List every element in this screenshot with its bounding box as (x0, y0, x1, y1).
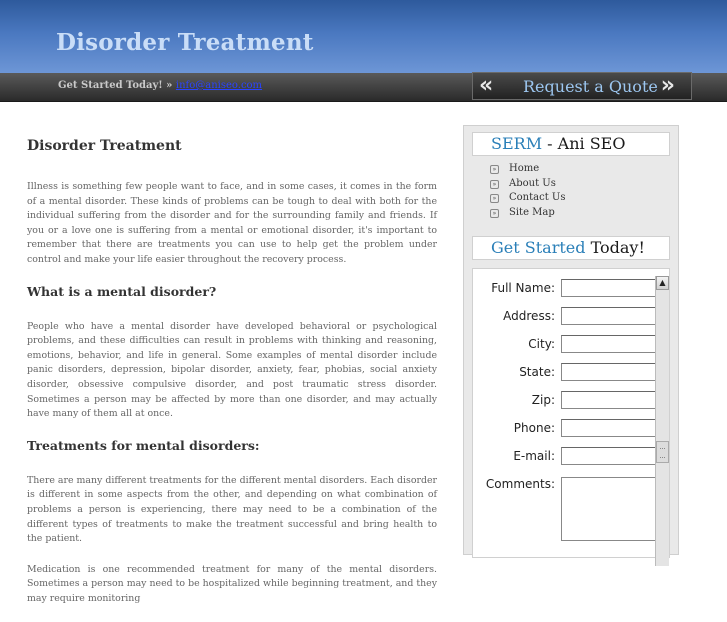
zip-label: Zip: (531, 393, 555, 407)
what-is-paragraph: People who have a mental disorder have d… (27, 320, 437, 420)
form-row-city: City: (473, 334, 669, 356)
form-row-full-name: Full Name: (473, 278, 669, 300)
sidebar-nav: » Home » About Us » Contact Us » Site Map (490, 162, 565, 221)
email-field[interactable] (561, 447, 661, 465)
form-row-phone: Phone: (473, 418, 669, 440)
main-content: Disorder Treatment Illness is something … (27, 138, 437, 622)
bullet-arrow-icon: » (490, 179, 499, 189)
sidebar-item-home[interactable]: » Home (490, 162, 565, 177)
form-row-email: E-mail: (473, 446, 669, 468)
brand-box: SERM - Ani SEO (472, 132, 670, 156)
bullet-arrow-icon: » (490, 165, 499, 174)
form-row-state: State: (473, 362, 669, 384)
form-row-address: Address: (473, 306, 669, 328)
medication-paragraph: Medication is one recommended treatment … (27, 563, 437, 604)
comments-field[interactable] (561, 477, 661, 541)
section-heading-what-is: What is a mental disorder? (27, 283, 217, 299)
double-chevron-right-icon: » (660, 73, 675, 98)
phone-field[interactable] (561, 419, 661, 437)
site-title[interactable]: Disorder Treatment (56, 29, 314, 56)
sidebar-item-label: Contact Us (509, 192, 566, 204)
request-quote-label: Request a Quote (523, 77, 658, 96)
tagline: Get Started Today! » info@aniseo.com (58, 80, 262, 91)
comments-label: Comments: (485, 477, 555, 491)
get-started-box: Get Started Today! (472, 236, 670, 260)
city-label: City: (528, 337, 555, 351)
sidebar-item-label: Site Map (509, 207, 555, 219)
bullet-arrow-icon: » (490, 209, 499, 219)
state-field[interactable] (561, 363, 661, 381)
page-title: Disorder Treatment (27, 138, 182, 154)
email-link[interactable]: info@aniseo.com (176, 80, 262, 91)
sidebar: SERM - Ani SEO » Home » About Us » Contact … (463, 125, 679, 566)
scroll-thumb[interactable] (656, 441, 669, 463)
quote-form: Full Name: Address: City: State: Zip: Ph… (472, 268, 670, 566)
brand-highlight: SERM (491, 134, 543, 153)
section-heading-treatments: Treatments for mental disorders: (27, 437, 260, 453)
scroll-up-arrow-icon[interactable]: ▲ (656, 276, 669, 290)
sidebar-item-contact-us[interactable]: » Contact Us (490, 191, 565, 206)
get-started-rest: Today! (585, 238, 645, 257)
treatments-paragraph: There are many different treatments for … (27, 474, 437, 545)
double-chevron-left-icon: « (479, 73, 494, 98)
sidebar-item-label: About Us (509, 177, 556, 189)
bullet-arrow-icon: » (490, 194, 499, 204)
city-field[interactable] (561, 335, 661, 353)
zip-field[interactable] (561, 391, 661, 409)
address-label: Address: (503, 309, 555, 323)
address-field[interactable] (561, 307, 661, 325)
sidebar-item-site-map[interactable]: » Site Map (490, 206, 565, 221)
full-name-label: Full Name: (491, 281, 555, 295)
form-row-zip: Zip: (473, 390, 669, 412)
form-scrollbar[interactable]: ▲ (655, 276, 669, 566)
intro-paragraph: Illness is something few people want to … (27, 181, 437, 265)
phone-label: Phone: (513, 421, 555, 435)
get-started-highlight: Get Started (491, 238, 586, 257)
state-label: State: (519, 365, 555, 379)
sidebar-item-about-us[interactable]: » About Us (490, 177, 565, 192)
sidebar-item-label: Home (509, 163, 540, 174)
email-label: E-mail: (513, 449, 555, 463)
brand-rest: - Ani SEO (542, 134, 626, 153)
request-quote-button[interactable]: « Request a Quote » (472, 72, 692, 100)
tagline-text: Get Started Today! » (58, 80, 176, 91)
full-name-field[interactable] (561, 279, 661, 297)
